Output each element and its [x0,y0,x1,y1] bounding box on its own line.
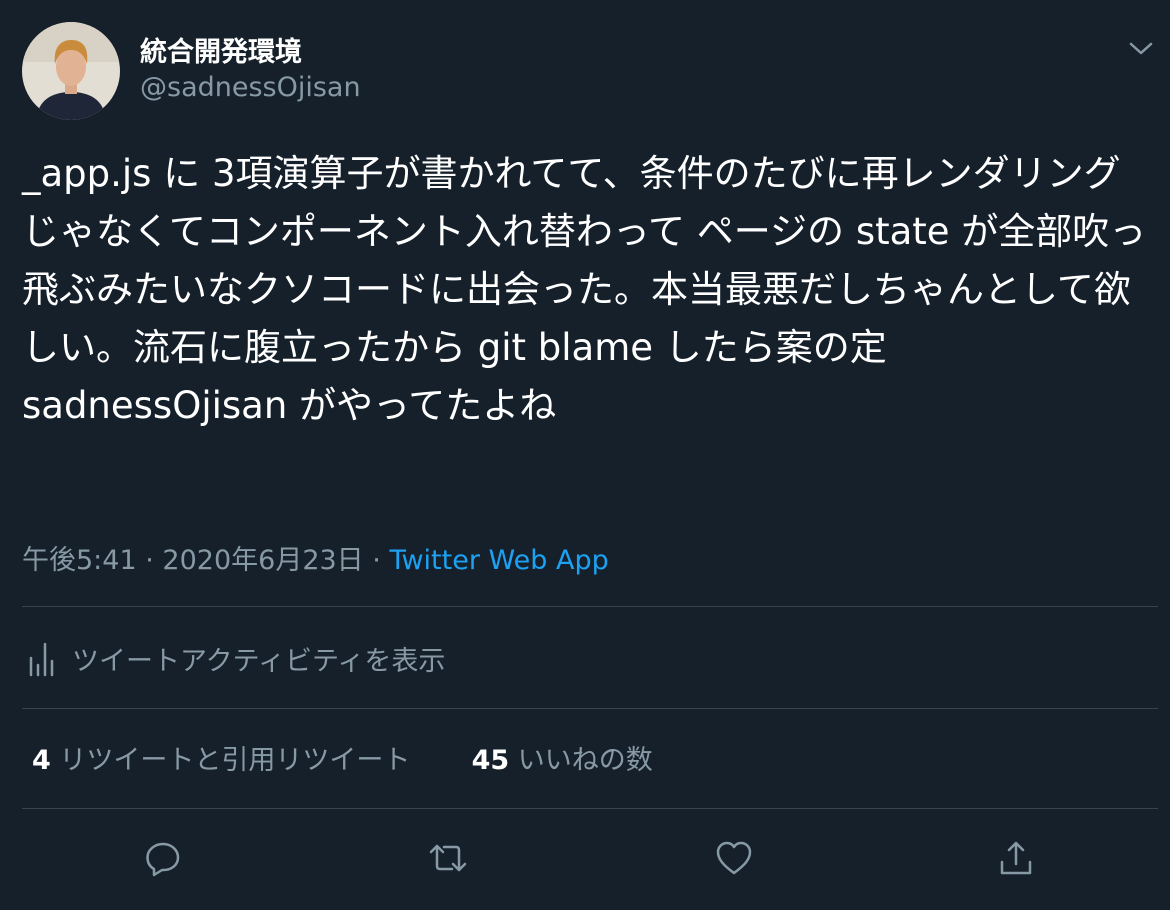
tweet-text: _app.js に 3項演算子が書かれてて、条件のたびに再レンダリングじゃなくて… [22,152,1147,427]
meta-separator: · [145,545,154,576]
activity-label: ツイートアクティビティを表示 [72,645,446,677]
divider [22,606,1158,607]
retweet-icon[interactable] [428,838,468,878]
view-activity-link[interactable]: ツイートアクティビティを表示 [26,638,445,678]
avatar[interactable] [22,22,120,120]
divider [22,708,1158,709]
chevron-down-icon[interactable] [1126,34,1156,64]
likes-stat[interactable]: 45 いいねの数 [472,745,653,776]
retweets-stat[interactable]: 4 リツイートと引用リツイート [32,745,419,776]
tweet-source-link[interactable]: Twitter Web App [389,545,608,576]
divider [22,808,1158,809]
user-handle[interactable]: @sadnessOjisan [140,72,361,103]
tweet-detail: 統合開発環境 @sadnessOjisan _app.js に 3項演算子が書か… [0,0,1170,910]
reply-icon[interactable] [143,838,183,878]
meta-separator: · [372,545,381,576]
tweet-meta: 午後5:41 · 2020年6月23日 · Twitter Web App [22,538,609,577]
likes-label: いいねの数 [517,745,653,776]
share-icon[interactable] [996,838,1036,878]
retweets-label: リツイートと引用リツイート [59,745,411,776]
analytics-icon [29,642,54,677]
retweets-count: 4 [32,745,51,776]
heart-icon[interactable] [714,838,754,878]
tweet-date[interactable]: 2020年6月23日 [162,545,363,576]
likes-count: 45 [471,745,510,776]
tweet-time[interactable]: 午後5:41 [22,545,137,576]
display-name[interactable]: 統合開発環境 [140,30,302,69]
avatar-image [22,22,120,120]
engagement-stats: 4 リツイートと引用リツイート 45 いいねの数 [32,738,653,777]
